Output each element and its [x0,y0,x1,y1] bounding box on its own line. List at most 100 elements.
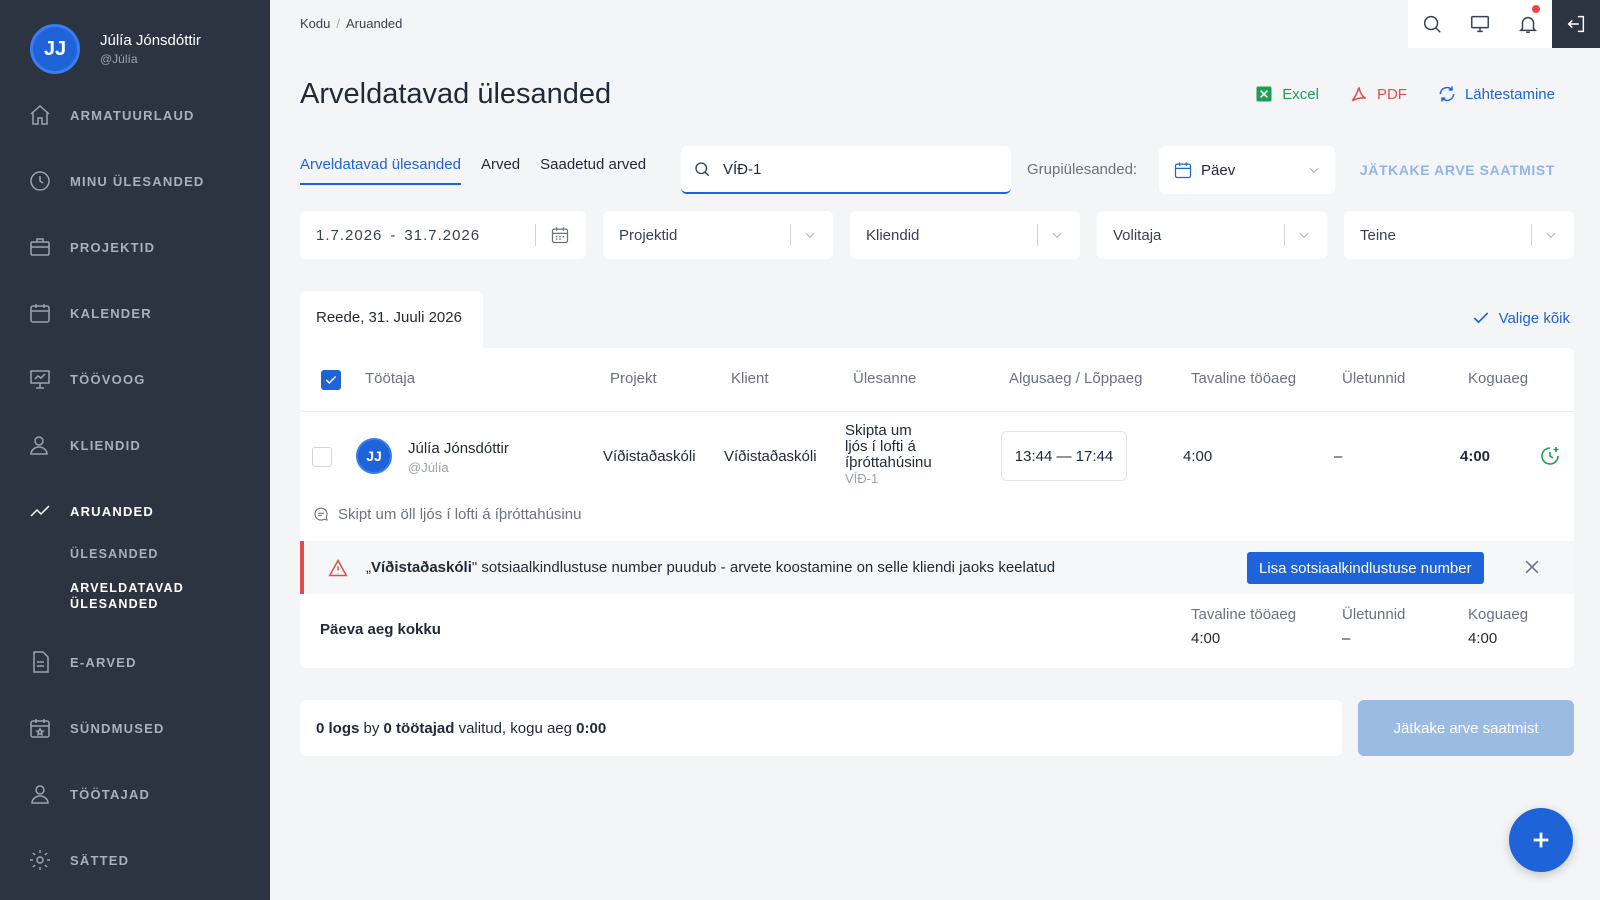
monitor-button[interactable] [1456,0,1504,48]
sidebar-item-einvoices[interactable]: E-ARVED [28,647,137,677]
chevron-down-icon [805,232,815,238]
col-client[interactable]: Klient [731,370,769,387]
comment-icon [314,507,328,521]
monitor-icon [1471,15,1489,33]
clock-icon [30,171,50,191]
sidebar-item-label: PROJEKTID [70,239,156,255]
group-tasks-label: Grupiülesanded: [1027,161,1138,178]
tab-invoices[interactable]: Arved [481,156,520,185]
sidebar-item-dashboard[interactable]: ARMATUURLAUD [28,100,195,130]
logout-button[interactable] [1552,0,1600,48]
date-range-filter[interactable]: 1.7.2026 - 31.7.2026 [300,211,586,259]
reset-button[interactable]: Lähtestamine [1437,84,1555,104]
sidebar-item-settings[interactable]: SÄTTED [28,845,129,875]
assignee-filter-label: Volitaja [1113,226,1162,244]
breadcrumb-home[interactable]: Kodu [300,16,330,31]
add-ssn-button[interactable]: Lisa sotsiaalkindlustuse number [1247,552,1484,584]
table-header: Töötaja Projekt Klient Ülesanne Algusaeg… [300,348,1574,412]
assignee-filter[interactable]: Volitaja [1097,211,1327,259]
other-filter[interactable]: Teine [1344,211,1574,259]
notifications-button[interactable] [1504,0,1552,48]
clients-filter[interactable]: Kliendid [850,211,1080,259]
day-total-label: Päeva aeg kokku [320,621,441,638]
sidebar-item-label: KLIENDID [70,437,141,453]
search-button[interactable] [1408,0,1456,48]
pdf-label: PDF [1376,85,1407,103]
avatar[interactable]: JJ [30,24,80,74]
selection-summary: 0 logs by 0 töötajad valitud, kogu aeg 0… [300,700,1342,756]
excel-export-button[interactable]: Excel [1254,84,1319,104]
date-to[interactable]: 31.7.2026 [404,227,480,244]
sidebar-item-label: SÜNDMUSED [70,720,165,736]
calendar-icon[interactable] [550,225,570,245]
pdf-export-button[interactable]: PDF [1349,84,1407,104]
time-range-box[interactable]: 13:44 — 17:44 [1001,431,1127,481]
col-time-range[interactable]: Algusaeg / Lõppaeg [1009,370,1142,387]
total-regular-value: 4:00 [1191,630,1221,647]
search-input[interactable] [723,160,983,178]
col-total[interactable]: Koguaeg [1468,370,1528,387]
chevron-down-icon [1309,167,1319,173]
sidebar-item-employees[interactable]: TÖÖTAJAD [28,779,150,809]
sidebar-subitem-billable-tasks[interactable]: ARVELDATAVAD ÜLESANDED [70,580,184,612]
plus-icon [1533,832,1549,848]
top-toolbar [1408,0,1600,48]
select-all-button[interactable]: Valige kõik [1471,308,1570,328]
document-icon [33,651,49,673]
continue-invoicing-link[interactable]: JÄTKAKE ARVE SAATMIST [1360,162,1555,178]
sidebar-item-workflow[interactable]: TÖÖVOOG [28,364,146,394]
sidebar-item-projects[interactable]: PROJEKTID [28,232,155,262]
row-regular-time: 4:00 [1183,448,1213,465]
total-sum-value: 4:00 [1468,630,1498,647]
row-checkbox[interactable] [312,447,332,467]
summary-employees: 0 töötajad [383,719,455,737]
sidebar-item-reports[interactable]: ARUANDED [28,496,154,526]
user-handle: @Júlía [100,52,138,66]
sidebar-item-events[interactable]: SÜNDMUSED [28,713,165,743]
row-task: Skipta um ljós í lofti á íþróttahúsinu V… [845,422,932,487]
sidebar-subitem-tasks[interactable]: ÜLESANDED [70,546,159,562]
sidebar-subitem-label: ÜLESANDED [70,597,159,611]
sidebar-item-clients[interactable]: KLIENDID [28,430,141,460]
group-select[interactable]: Päev [1159,146,1335,194]
select-all-checkbox[interactable] [321,370,341,390]
col-employee[interactable]: Töötaja [365,370,415,387]
bell-icon [1518,16,1538,33]
sidebar-item-label: KALENDER [70,305,152,321]
date-from[interactable]: 1.7.2026 [316,227,382,244]
col-project[interactable]: Projekt [610,370,657,387]
add-button[interactable] [1509,808,1573,872]
projects-filter[interactable]: Projektid [603,211,833,259]
breadcrumb-current[interactable]: Aruanded [346,16,402,31]
employee-icon [31,785,49,804]
sidebar: JJ Júlía Jónsdóttir @Júlía ARMATUURLAUD … [0,0,270,900]
row-project: Víðistaðaskóli [603,448,696,465]
sidebar-item-my-tasks[interactable]: MINU ÜLESANDED [28,166,205,196]
sidebar-item-label: ARUANDED [70,503,154,519]
group-select-value: Päev [1201,161,1236,179]
other-filter-label: Teine [1360,226,1396,244]
alert-client: Víðistaðaskóli [371,559,472,576]
presentation-icon [30,370,50,389]
col-regular-time[interactable]: Tavaline tööaeg [1191,370,1296,387]
tab-sent-invoices[interactable]: Saadetud arved [540,156,646,185]
export-actions: Excel PDF Lähtestamine [1254,84,1555,104]
clock-add-icon[interactable] [1538,444,1562,468]
col-task[interactable]: Ülesanne [853,370,916,387]
search-box[interactable] [681,146,1011,194]
sidebar-item-label: TÖÖTAJAD [70,786,151,802]
user-name: Júlía Jónsdóttir [100,32,201,49]
total-overtime-label: Ületunnid [1342,606,1406,623]
sidebar-item-calendar[interactable]: KALENDER [28,298,152,328]
row-employee-name: Júlía Jónsdóttir [408,440,509,457]
alert-text: „Víðistaðaskóli" sotsiaalkindlustuse num… [366,559,1056,576]
reset-label: Lähtestamine [1464,85,1555,103]
col-overtime[interactable]: Ületunnid [1342,370,1405,387]
search-icon [695,162,710,177]
close-icon[interactable] [1522,557,1542,577]
search-icon [1423,15,1441,33]
tab-billable-tasks[interactable]: Arveldatavad ülesanded [300,156,461,185]
user-profile[interactable]: JJ Júlía Jónsdóttir @Júlía [30,24,201,74]
continue-invoicing-button[interactable]: Jätkake arve saatmist [1358,700,1574,756]
gear-icon [30,850,50,870]
